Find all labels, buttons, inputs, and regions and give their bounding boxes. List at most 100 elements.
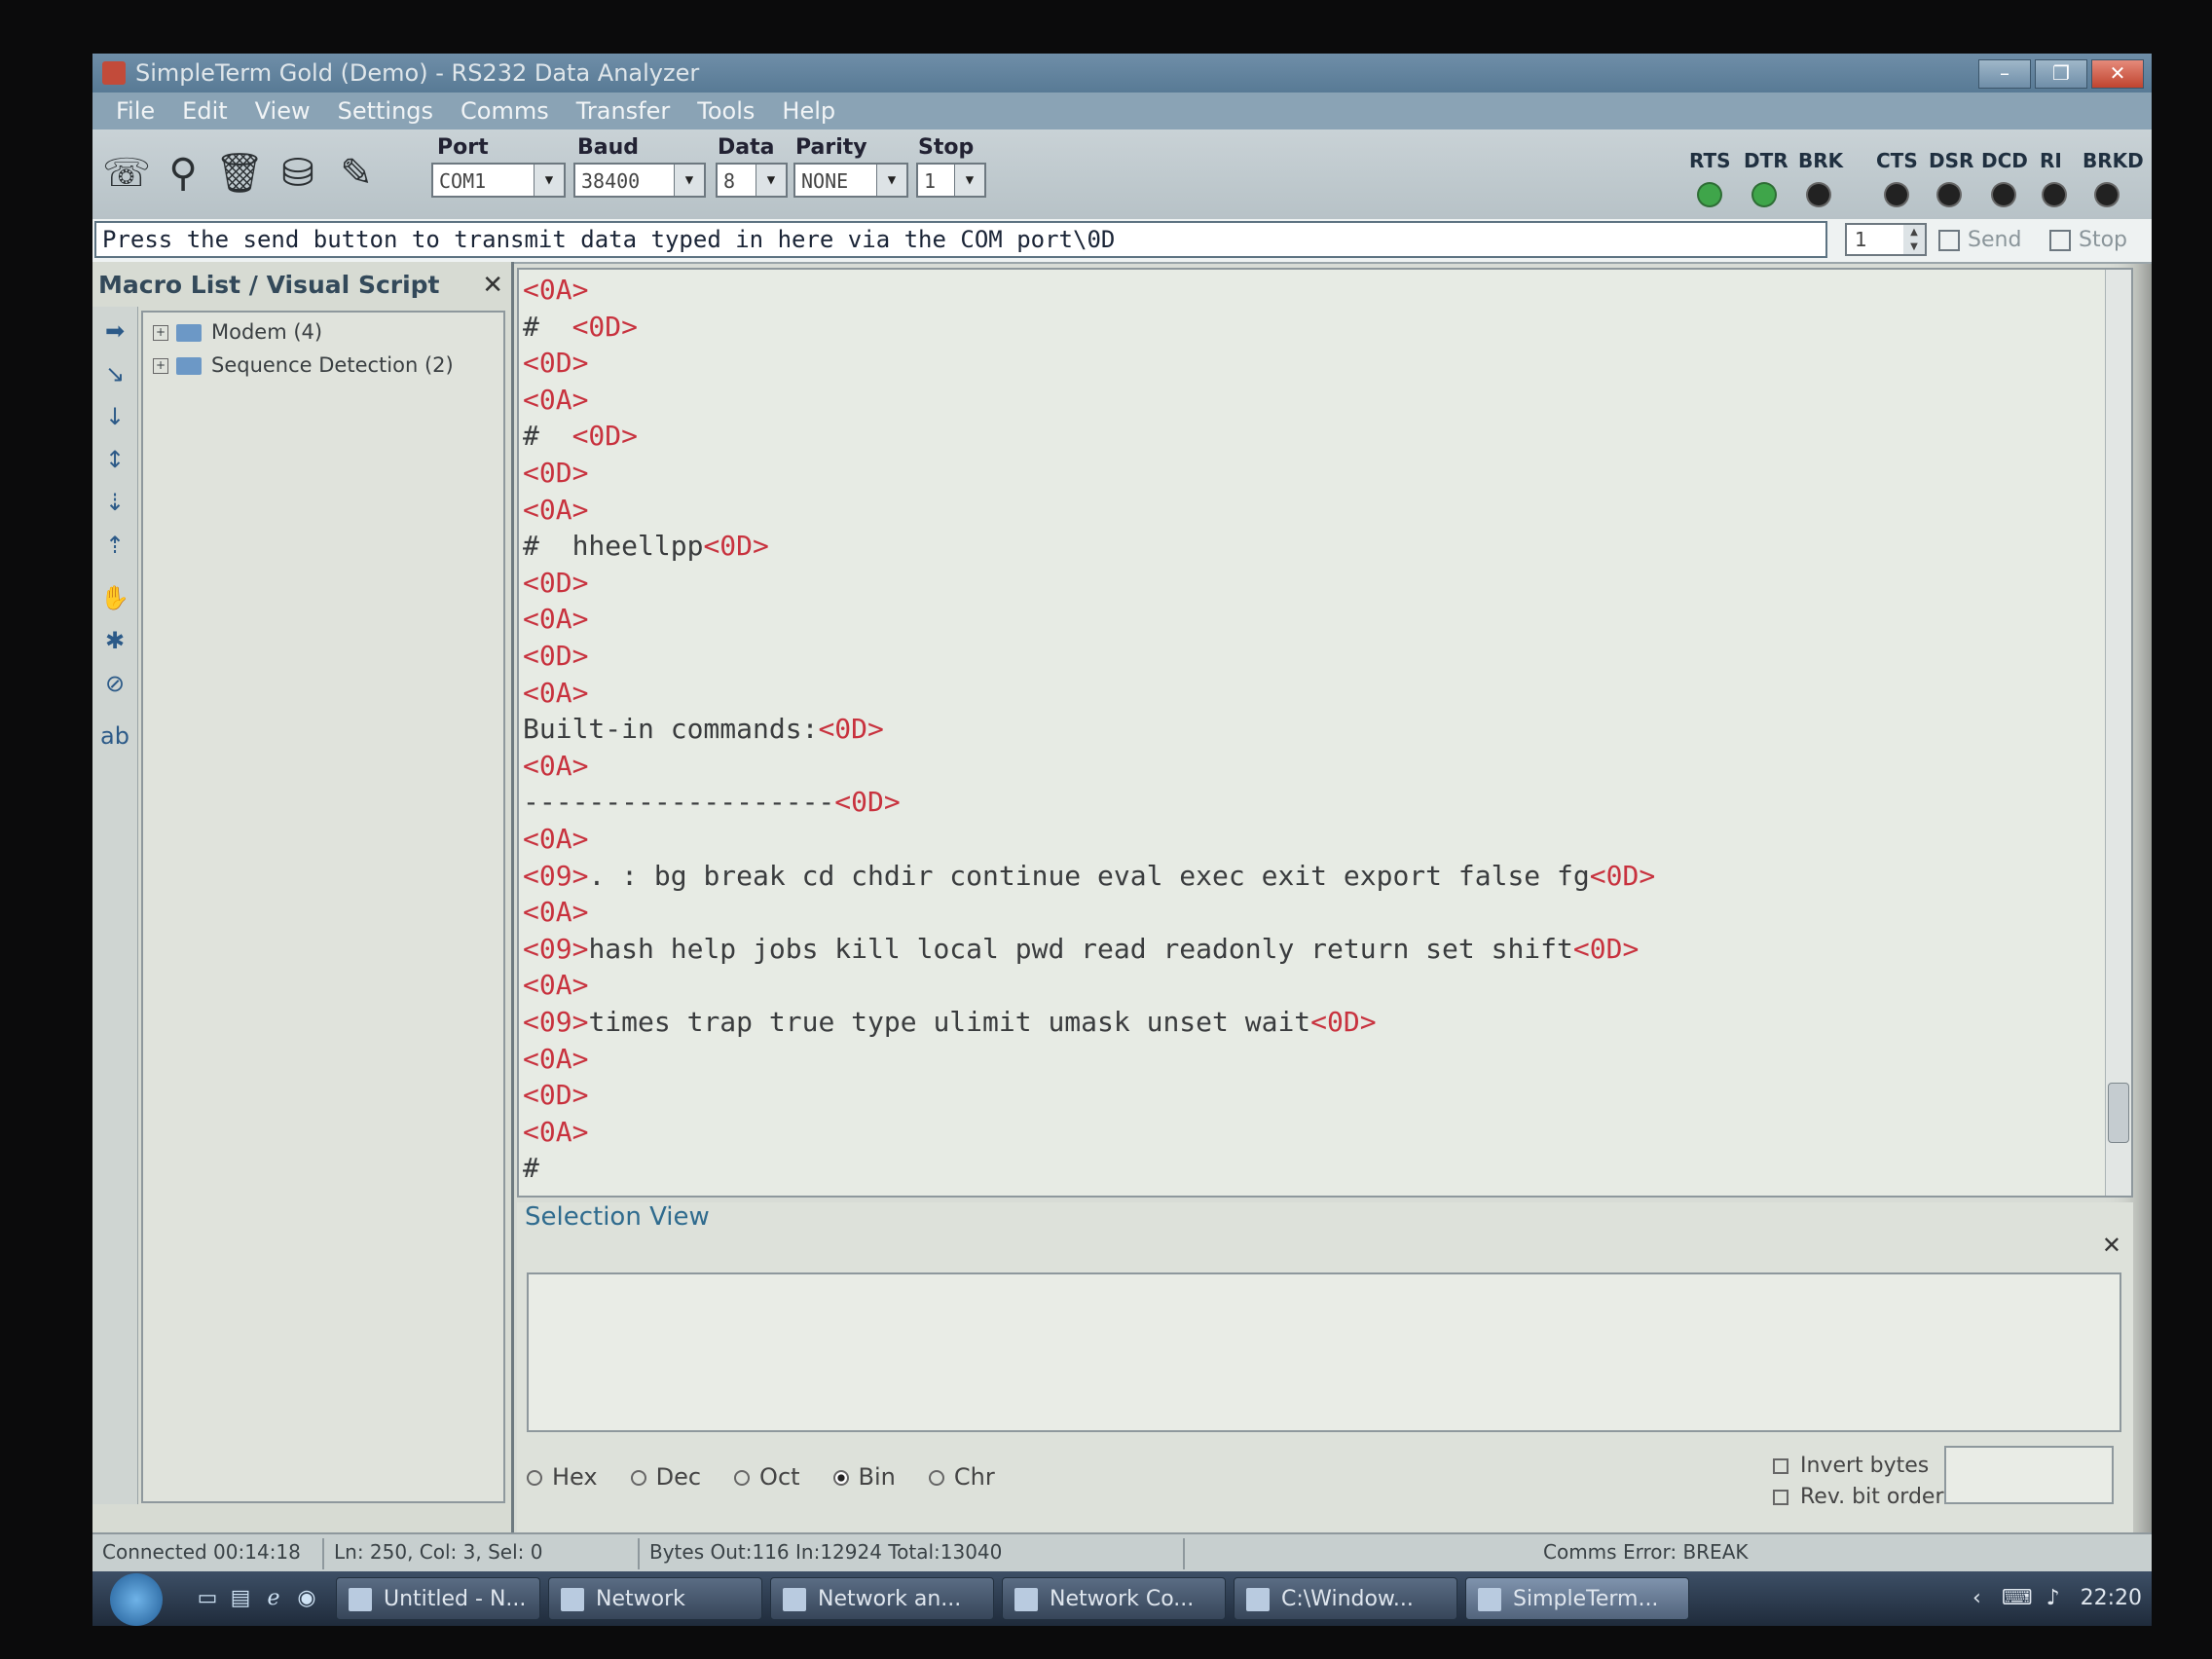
rev-bit-order-checkbox[interactable]: Rev. bit order xyxy=(1773,1485,1944,1509)
save-icon[interactable]: ⛁ xyxy=(272,147,324,200)
connect-icon[interactable]: ☏ xyxy=(100,147,153,200)
status-connected: Connected 00:14:18 xyxy=(102,1540,301,1564)
volume-icon[interactable]: ♪ xyxy=(2046,1586,2060,1610)
task-command-prompt[interactable]: C:\Window... xyxy=(1234,1577,1457,1620)
switch-windows-icon[interactable]: ▤ xyxy=(227,1585,254,1612)
move-down-icon[interactable]: ↓ xyxy=(98,400,131,433)
menu-transfer[interactable]: Transfer xyxy=(563,92,684,129)
dcd-led xyxy=(1993,184,2014,205)
tray-expand-icon[interactable]: ‹ xyxy=(1972,1586,1981,1610)
terminal-line: <0A> xyxy=(523,276,588,305)
menu-comms[interactable]: Comms xyxy=(447,92,563,129)
task-network-connections[interactable]: Network Co... xyxy=(1002,1577,1226,1620)
control-code: <0D> xyxy=(818,713,884,746)
menu-settings[interactable]: Settings xyxy=(324,92,447,129)
terminal-line: <09>. : bg break cd chdir continue eval … xyxy=(523,861,1655,891)
control-code: <0D> xyxy=(571,310,639,343)
sort-down-icon[interactable]: ⇣ xyxy=(98,486,131,519)
step-macro-icon[interactable]: ↘ xyxy=(98,357,131,390)
task-network[interactable]: Network xyxy=(548,1577,762,1620)
radio-oct[interactable]: Oct xyxy=(734,1463,800,1491)
spinner-arrows-icon[interactable]: ▲ ▼ xyxy=(1903,225,1925,254)
baud-select[interactable]: 38400 ▼ xyxy=(573,163,706,198)
terminal-text: # xyxy=(523,420,572,453)
terminal-text: # xyxy=(523,310,572,343)
invert-bytes-checkbox[interactable]: Invert bytes xyxy=(1773,1454,1929,1478)
terminal-line: <0A> xyxy=(523,1117,588,1147)
port-select[interactable]: COM1 ▼ xyxy=(431,163,566,198)
menu-tools[interactable]: Tools xyxy=(683,92,768,129)
led-label-dcd: DCD xyxy=(1981,149,2028,172)
status-bar: Connected 00:14:18 Ln: 250, Col: 3, Sel:… xyxy=(92,1532,2152,1573)
menu-view[interactable]: View xyxy=(241,92,324,129)
terminal-scrollbar[interactable] xyxy=(2105,270,2131,1196)
expand-icon[interactable]: + xyxy=(153,358,168,374)
format-radio-group: Hex Dec Oct Bin Chr xyxy=(527,1463,995,1491)
terminal-view[interactable]: <0A> # <0D> <0D> <0A> # <0D> <0D> <0A> # hheell… xyxy=(517,268,2133,1198)
radio-bin[interactable]: Bin xyxy=(832,1463,896,1491)
pause-icon[interactable]: ✱ xyxy=(98,624,131,657)
media-player-icon[interactable]: ◉ xyxy=(293,1585,320,1612)
close-icon[interactable]: ✕ xyxy=(2102,1232,2121,1259)
radio-hex[interactable]: Hex xyxy=(527,1463,598,1491)
task-untitled-notepad[interactable]: Untitled - N... xyxy=(336,1577,540,1620)
clock[interactable]: 22:20 xyxy=(2081,1586,2142,1610)
sort-up-icon[interactable]: ⇡ xyxy=(98,529,131,562)
network-icon xyxy=(783,1588,806,1611)
stop-select[interactable]: 1 ▼ xyxy=(916,163,986,198)
browser-icon[interactable]: ℯ xyxy=(260,1585,287,1612)
simpleterm-icon xyxy=(1478,1588,1501,1611)
radio-dec[interactable]: Dec xyxy=(630,1463,701,1491)
close-icon[interactable]: ✕ xyxy=(482,268,503,303)
menu-edit[interactable]: Edit xyxy=(168,92,240,129)
tree-item-modem[interactable]: + Modem (4) xyxy=(153,318,322,346)
network-tray-icon[interactable]: ⌨ xyxy=(2002,1586,2033,1610)
radio-chr[interactable]: Chr xyxy=(928,1463,995,1491)
radio-icon xyxy=(527,1470,542,1486)
terminal-line: <0A> xyxy=(523,678,588,708)
control-code: <0D> xyxy=(1572,932,1640,965)
led-label-cts: CTS xyxy=(1876,149,1918,172)
run-macro-icon[interactable]: ➡ xyxy=(98,314,131,348)
send-button[interactable]: Send xyxy=(1938,225,2021,256)
menu-file[interactable]: File xyxy=(102,92,168,129)
brk-led xyxy=(1808,184,1829,205)
control-code: <0D> xyxy=(571,420,639,453)
task-network-analyzer[interactable]: Network an... xyxy=(770,1577,994,1620)
task-simpleterm[interactable]: SimpleTerm... xyxy=(1465,1577,1689,1620)
stop-sign-icon[interactable]: ⊘ xyxy=(98,667,131,700)
hand-icon[interactable]: ✋ xyxy=(98,581,131,614)
folder-icon xyxy=(176,357,202,375)
macro-panel: Macro List / Visual Script ✕ ➡ ↘ ↓ ↕ ⇣ ⇡… xyxy=(92,262,514,1532)
stop-icon xyxy=(2049,230,2071,251)
port-value: COM1 xyxy=(439,169,487,193)
chevron-down-icon: ▼ xyxy=(534,165,564,196)
led-label-brkd: BRKD xyxy=(2083,149,2144,172)
tree-item-sequence-detection[interactable]: + Sequence Detection (2) xyxy=(153,351,454,379)
stop-button[interactable]: Stop xyxy=(2049,225,2127,256)
text-field-icon[interactable]: ab xyxy=(98,719,131,753)
close-button[interactable]: ✕ xyxy=(2091,59,2144,89)
start-button[interactable] xyxy=(110,1573,163,1626)
maximize-button[interactable]: ❐ xyxy=(2035,59,2087,89)
expand-icon[interactable]: + xyxy=(153,325,168,341)
search-icon[interactable]: ⚲ xyxy=(157,147,209,200)
control-code: <0A> xyxy=(523,1042,589,1075)
trash-icon[interactable]: 🗑 xyxy=(213,147,266,200)
cts-led xyxy=(1886,184,1907,205)
send-input[interactable]: Press the send button to transmit data t… xyxy=(94,221,1827,258)
port-label: Port xyxy=(437,135,489,160)
status-position: Ln: 250, Col: 3, Sel: 0 xyxy=(334,1540,543,1564)
data-select[interactable]: 8 ▼ xyxy=(716,163,788,198)
parity-select[interactable]: NONE ▼ xyxy=(793,163,908,198)
menu-help[interactable]: Help xyxy=(768,92,849,129)
show-desktop-icon[interactable]: ▭ xyxy=(194,1585,221,1612)
parity-value: NONE xyxy=(801,169,849,193)
minimize-button[interactable]: – xyxy=(1978,59,2031,89)
repeat-spinner[interactable]: 1 ▲ ▼ xyxy=(1845,223,1927,256)
scrollbar-thumb[interactable] xyxy=(2108,1083,2129,1143)
move-up-icon[interactable]: ↕ xyxy=(98,443,131,476)
macro-toolbar: ➡ ↘ ↓ ↕ ⇣ ⇡ ✋ ✱ ⊘ ab xyxy=(92,307,138,1504)
terminal-line: <0D> xyxy=(523,642,588,671)
edit-icon[interactable]: ✎ xyxy=(330,147,383,200)
